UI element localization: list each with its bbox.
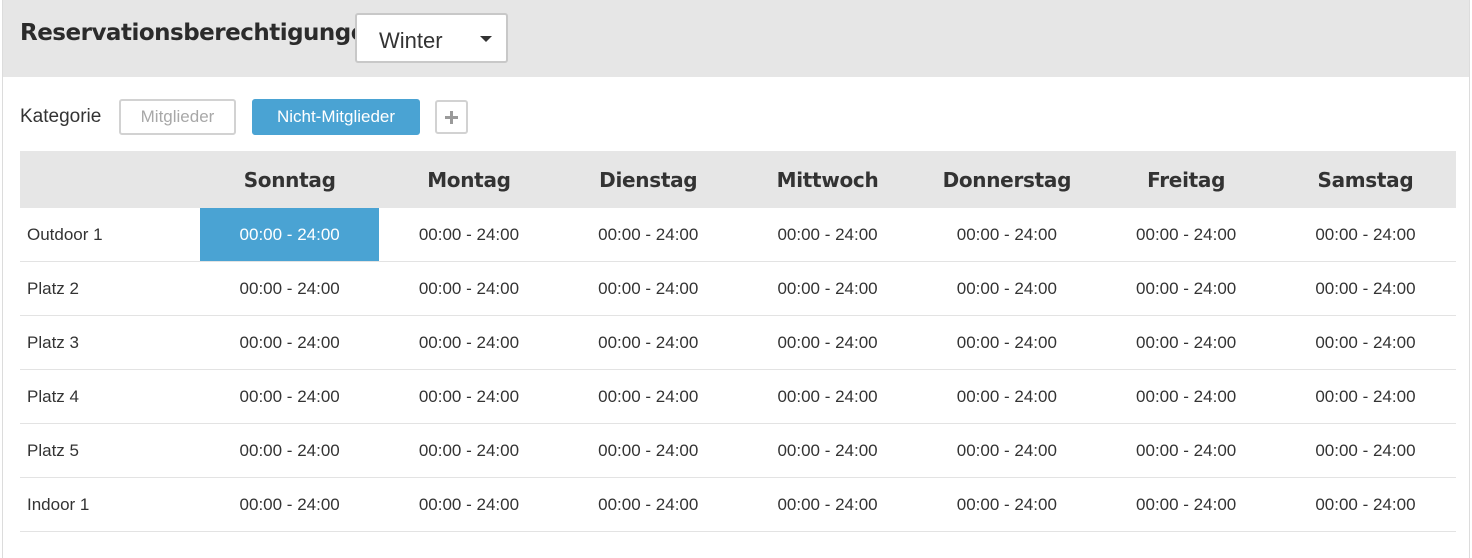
column-header-empty [20, 151, 200, 208]
column-header-sonntag: Sonntag [243, 168, 336, 192]
time-cell[interactable]: 00:00 - 24:00 [1276, 478, 1455, 531]
time-cell[interactable]: 00:00 - 24:00 [1276, 208, 1455, 261]
table-body: Outdoor 1 00:00 - 24:00 00:00 - 24:00 00:00… [20, 208, 1456, 532]
time-cell[interactable]: 00:00 - 24:00 [200, 424, 379, 477]
row-label: Platz 3 [27, 333, 79, 352]
column-header-donnerstag: Donnerstag [942, 168, 1072, 192]
table-row: Outdoor 1 00:00 - 24:00 00:00 - 24:00 00:00… [20, 208, 1456, 262]
row-label: Platz 4 [27, 387, 79, 406]
table-row: Platz 4 00:00 - 24:00 00:00 - 24:00 00:00 -… [20, 370, 1456, 424]
row-label: Platz 5 [27, 441, 79, 460]
time-cell[interactable]: 00:00 - 24:00 [200, 370, 379, 423]
add-category-button[interactable] [435, 100, 468, 134]
row-label: Outdoor 1 [27, 225, 103, 244]
time-cell[interactable]: 00:00 - 24:00 [559, 208, 738, 261]
time-cell[interactable]: 00:00 - 24:00 [379, 370, 558, 423]
category-button-nicht-mitglieder[interactable]: Nicht-Mitglieder [252, 99, 420, 135]
time-cell[interactable]: 00:00 - 24:00 [200, 478, 379, 531]
time-cell[interactable]: 00:00 - 24:00 [1276, 424, 1455, 477]
time-cell[interactable]: 00:00 - 24:00 [1096, 424, 1275, 477]
permissions-panel: Reservationsberechtigungen Winter Katego… [2, 0, 1470, 558]
time-cell[interactable]: 00:00 - 24:00 [917, 370, 1096, 423]
time-cell[interactable]: 00:00 - 24:00 [559, 262, 738, 315]
column-header-freitag: Freitag [1147, 168, 1226, 192]
page-title: Reservationsberechtigungen [20, 20, 382, 46]
time-cell[interactable]: 00:00 - 24:00 [379, 478, 558, 531]
table-row: Platz 3 00:00 - 24:00 00:00 - 24:00 00:00 -… [20, 316, 1456, 370]
time-cell[interactable]: 00:00 - 24:00 [559, 478, 738, 531]
time-cell[interactable]: 00:00 - 24:00 [917, 424, 1096, 477]
time-cell[interactable]: 00:00 - 24:00 [1096, 208, 1275, 261]
column-header-mittwoch: Mittwoch [776, 168, 879, 192]
time-cell[interactable]: 00:00 - 24:00 [379, 316, 558, 369]
time-cell[interactable]: 00:00 - 24:00 [200, 262, 379, 315]
time-cell[interactable]: 00:00 - 24:00 [559, 424, 738, 477]
time-cell[interactable]: 00:00 - 24:00 [1096, 370, 1275, 423]
table-row: Platz 5 00:00 - 24:00 00:00 - 24:00 00:00 -… [20, 424, 1456, 478]
table-row: Indoor 1 00:00 - 24:00 00:00 - 24:00 00:00 … [20, 478, 1456, 532]
season-select[interactable]: Winter [355, 13, 508, 63]
time-cell[interactable]: 00:00 - 24:00 [200, 316, 379, 369]
time-cell[interactable]: 00:00 - 24:00 [559, 316, 738, 369]
time-cell[interactable]: 00:00 - 24:00 [1096, 262, 1275, 315]
time-cell[interactable]: 00:00 - 24:00 [379, 424, 558, 477]
time-cell[interactable]: 00:00 - 24:00 [200, 208, 380, 261]
time-cell[interactable]: 00:00 - 24:00 [559, 370, 738, 423]
time-cell[interactable]: 00:00 - 24:00 [738, 208, 917, 261]
time-cell[interactable]: 00:00 - 24:00 [379, 208, 558, 261]
time-cell[interactable]: 00:00 - 24:00 [1276, 370, 1455, 423]
category-button-mitglieder[interactable]: Mitglieder [119, 99, 236, 135]
table-row: Platz 2 00:00 - 24:00 00:00 - 24:00 00:00 -… [20, 262, 1456, 316]
time-cell[interactable]: 00:00 - 24:00 [1096, 478, 1275, 531]
season-select-value: Winter [379, 28, 443, 53]
time-cell[interactable]: 00:00 - 24:00 [917, 208, 1096, 261]
time-cell[interactable]: 00:00 - 24:00 [1096, 316, 1275, 369]
chevron-down-icon [480, 36, 492, 42]
time-cell[interactable]: 00:00 - 24:00 [738, 262, 917, 315]
column-header-dienstag: Dienstag [599, 168, 698, 192]
table-header: Sonntag Montag Dienstag Mittwoch Donnerstag F… [20, 151, 1456, 208]
permissions-table: Sonntag Montag Dienstag Mittwoch Donnerstag F… [20, 151, 1456, 532]
row-label: Indoor 1 [27, 495, 90, 514]
time-cell[interactable]: 00:00 - 24:00 [917, 316, 1096, 369]
column-header-montag: Montag [427, 168, 511, 192]
time-cell[interactable]: 00:00 - 24:00 [738, 478, 917, 531]
panel-header: Reservationsberechtigungen Winter [3, 0, 1469, 77]
column-header-samstag: Samstag [1317, 168, 1414, 192]
time-cell[interactable]: 00:00 - 24:00 [379, 262, 558, 315]
row-label: Platz 2 [27, 279, 79, 298]
time-cell[interactable]: 00:00 - 24:00 [738, 370, 917, 423]
category-label: Kategorie [20, 106, 102, 127]
time-cell[interactable]: 00:00 - 24:00 [738, 424, 917, 477]
time-cell[interactable]: 00:00 - 24:00 [738, 316, 917, 369]
time-cell[interactable]: 00:00 - 24:00 [917, 478, 1096, 531]
time-cell[interactable]: 00:00 - 24:00 [917, 262, 1096, 315]
time-cell[interactable]: 00:00 - 24:00 [1276, 316, 1455, 369]
time-cell[interactable]: 00:00 - 24:00 [1276, 262, 1455, 315]
